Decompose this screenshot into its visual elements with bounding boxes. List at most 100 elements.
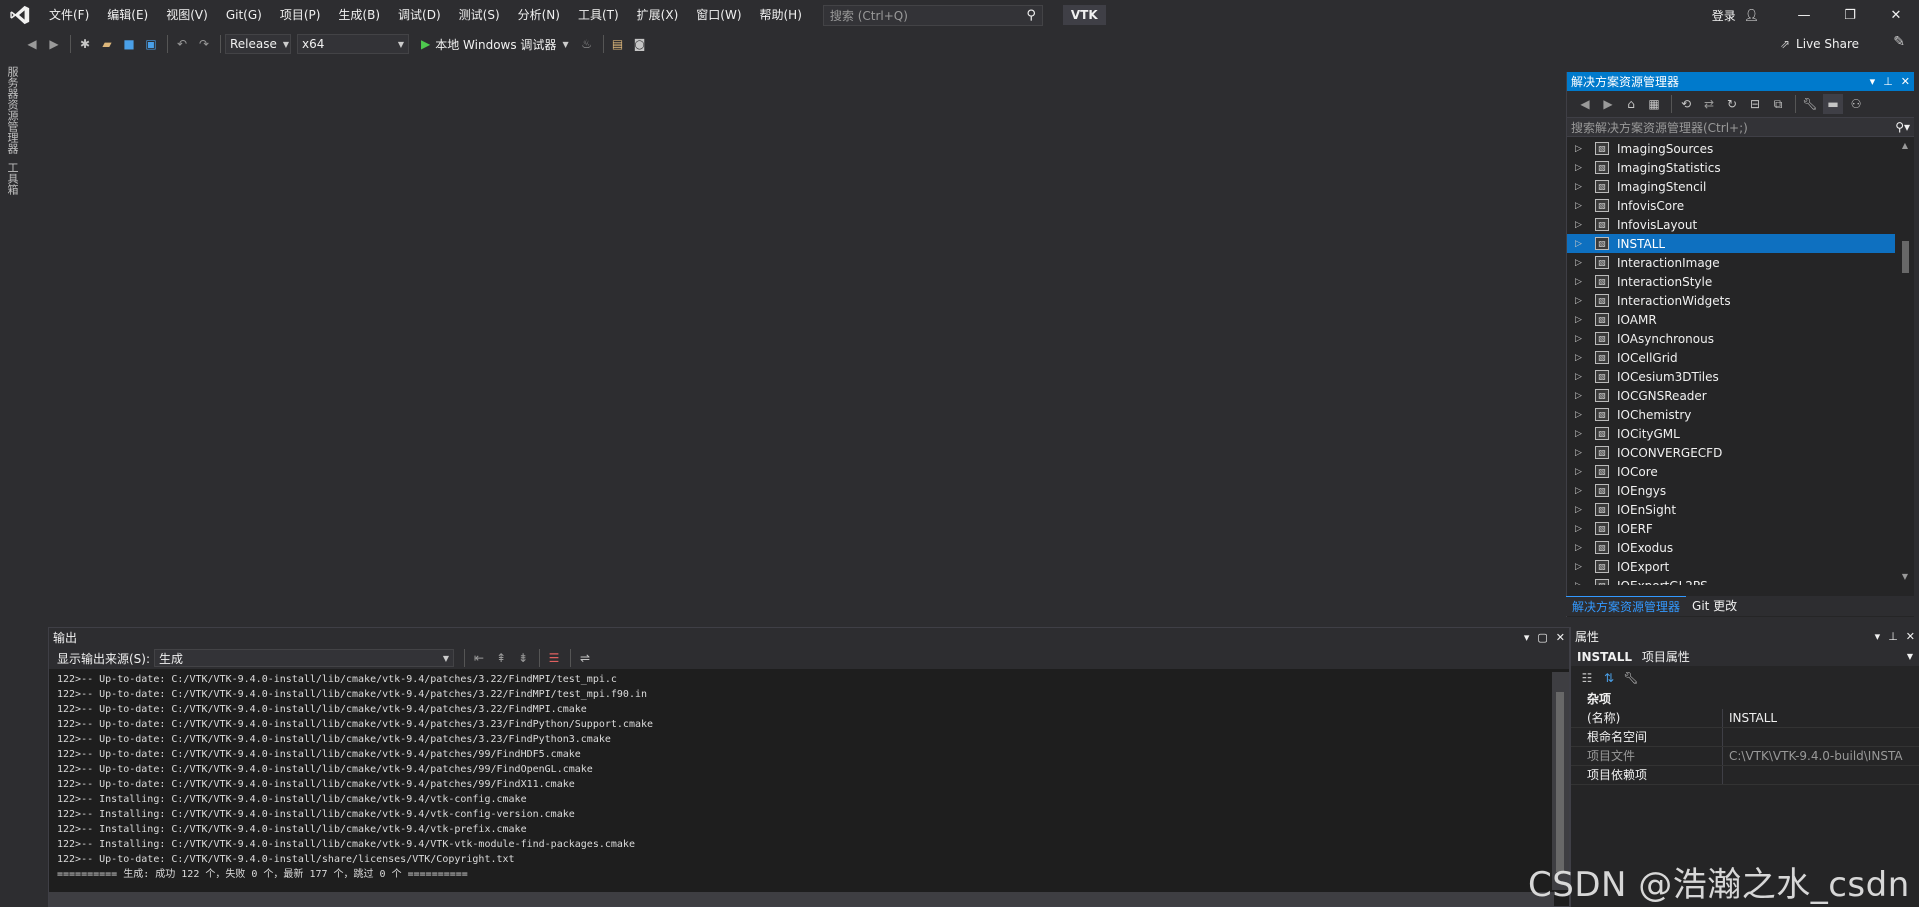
property-value[interactable]: INSTALL [1723,709,1919,727]
pending-changes-filter-icon[interactable]: ⟲ [1676,94,1696,114]
scroll-down-icon[interactable]: ▼ [1900,572,1910,581]
sync-icon[interactable]: ⇄ [1699,94,1719,114]
expand-chevron-icon[interactable]: ▷ [1575,353,1589,363]
expand-chevron-icon[interactable]: ▷ [1575,296,1589,306]
property-value[interactable] [1723,766,1919,784]
forward-icon[interactable]: ▶ [1598,94,1618,114]
browse-folder-icon[interactable]: ▤ [608,34,628,54]
tree-item[interactable]: ▷ ▧ IOExodus [1567,538,1895,557]
expand-chevron-icon[interactable]: ▷ [1575,201,1589,211]
expand-chevron-icon[interactable]: ▷ [1575,182,1589,192]
close-icon[interactable]: ✕ [1556,631,1565,644]
go-to-previous-icon[interactable]: ⇞ [491,648,511,668]
expand-chevron-icon[interactable]: ▷ [1575,372,1589,382]
tab-server-explorer[interactable]: 服务器资源管理器 [4,62,20,158]
menu-item[interactable]: 编辑(E) [98,0,157,30]
expand-chevron-icon[interactable]: ▷ [1575,334,1589,344]
menu-item[interactable]: 分析(N) [509,0,569,30]
categorized-icon[interactable]: ☷ [1577,668,1597,688]
maximize-button[interactable]: ❐ [1827,0,1873,30]
dropdown-icon[interactable]: ▾ [1524,631,1530,644]
menu-item[interactable]: 工具(T) [569,0,628,30]
tree-item[interactable]: ▷ ▧ IOExport [1567,557,1895,576]
tree-item[interactable]: ▷ ▧ ImagingSources [1567,139,1895,158]
tree-item[interactable]: ▷ ▧ InteractionStyle [1567,272,1895,291]
tree-item[interactable]: ▷ ▧ IOExportGL2PS [1567,576,1895,585]
undo-icon[interactable]: ↶ [172,34,192,54]
alphabetical-icon[interactable]: ⇅ [1599,668,1619,688]
tree-item[interactable]: ▷ ▧ IOERF [1567,519,1895,538]
expand-chevron-icon[interactable]: ▷ [1575,524,1589,534]
refresh-icon[interactable]: ↻ [1722,94,1742,114]
tree-item[interactable]: ▷ ▧ ImagingStatistics [1567,158,1895,177]
menu-item[interactable]: Git(G) [217,0,271,30]
properties-object-select[interactable]: INSTALL 项目属性 ▼ [1571,646,1919,666]
solution-explorer-search[interactable]: 搜索解决方案资源管理器(Ctrl+;) ⚲▾ [1567,117,1914,137]
expand-chevron-icon[interactable]: ▷ [1575,486,1589,496]
screenshot-icon[interactable]: ◙ [630,34,650,54]
dropdown-icon[interactable]: ▾ [1875,630,1881,643]
output-source-select[interactable]: 生成 ▼ [154,649,455,667]
menu-item[interactable]: 视图(V) [157,0,217,30]
tab-toolbox[interactable]: 工具箱 [4,158,20,199]
menu-item[interactable]: 项目(P) [271,0,330,30]
expand-chevron-icon[interactable]: ▷ [1575,277,1589,287]
maximize-icon[interactable]: ▢ [1537,631,1547,644]
show-all-files-icon[interactable]: ⧉ [1768,94,1788,114]
collapse-all-icon[interactable]: ⊟ [1745,94,1765,114]
scroll-up-icon[interactable]: ▲ [1900,141,1910,150]
tree-item[interactable]: ▷ ▧ InteractionWidgets [1567,291,1895,310]
property-value[interactable]: C:\VTK\VTK-9.4.0-build\INSTA [1723,747,1919,765]
start-debugging-button[interactable]: ▶ 本地 Windows 调试器 ▼ [421,36,569,53]
output-text[interactable]: 122>-- Up-to-date: C:/VTK/VTK-9.4.0-inst… [57,672,1547,890]
tree-item[interactable]: ▷ ▧ IOCGNSReader [1567,386,1895,405]
tab-solution-explorer[interactable]: 解决方案资源管理器 [1566,596,1687,616]
menu-item[interactable]: 调试(D) [389,0,450,30]
expand-chevron-icon[interactable]: ▷ [1575,581,1589,586]
tree-item[interactable]: ▷ ▧ IOChemistry [1567,405,1895,424]
scroll-thumb[interactable] [1556,692,1564,872]
scroll-thumb[interactable] [1902,241,1909,273]
solution-tree-scrollbar[interactable]: ▲ ▼ [1900,141,1910,581]
tree-item[interactable]: ▷ ▧ ImagingStencil [1567,177,1895,196]
expand-chevron-icon[interactable]: ▷ [1575,239,1589,249]
expand-chevron-icon[interactable]: ▷ [1575,429,1589,439]
menu-item[interactable]: 生成(B) [329,0,389,30]
expand-chevron-icon[interactable]: ▷ [1575,410,1589,420]
expand-chevron-icon[interactable]: ▷ [1575,315,1589,325]
tab-git-changes[interactable]: Git 更改 [1686,596,1743,616]
tree-item[interactable]: ▷ ▧ IOAsynchronous [1567,329,1895,348]
property-value[interactable] [1723,728,1919,746]
new-project-icon[interactable]: ✱ [75,34,95,54]
tree-item[interactable]: ▷ ▧ IOCesium3DTiles [1567,367,1895,386]
property-pages-wrench-icon[interactable]: 🔧︎ [1621,668,1641,688]
save-all-icon[interactable]: ▣ [141,34,161,54]
menu-item[interactable]: 帮助(H) [751,0,811,30]
search-input[interactable]: 搜索 (Ctrl+Q) ⚲ [822,4,1043,26]
tree-item[interactable]: ▷ ▧ IOEnSight [1567,500,1895,519]
tree-item[interactable]: ▷ ▧ INSTALL [1567,234,1895,253]
menu-item[interactable]: 文件(F) [40,0,98,30]
property-row[interactable]: (名称) INSTALL [1571,709,1919,728]
property-row[interactable]: 根命名空间 [1571,728,1919,747]
tree-item[interactable]: ▷ ▧ InfovisLayout [1567,215,1895,234]
signin-link[interactable]: 登录 [1712,7,1736,24]
output-horizontal-scrollbar[interactable] [49,892,1554,906]
expand-chevron-icon[interactable]: ▷ [1575,391,1589,401]
feedback-icon[interactable]: ✎ [1893,34,1905,50]
clear-all-icon[interactable]: ☰ [544,648,564,668]
menu-item[interactable]: 窗口(W) [687,0,750,30]
menu-item[interactable]: 扩展(X) [628,0,688,30]
word-wrap-icon[interactable]: ⇌ [575,648,595,668]
preview-selected-icon[interactable]: ▬ [1823,94,1843,114]
live-share-button[interactable]: ⇗ Live Share [1780,30,1859,58]
expand-chevron-icon[interactable]: ▷ [1575,144,1589,154]
back-icon[interactable]: ◀ [22,34,42,54]
minimize-button[interactable]: — [1781,0,1827,30]
class-view-icon[interactable]: ⚇ [1846,94,1866,114]
tree-item[interactable]: ▷ ▧ IOCellGrid [1567,348,1895,367]
back-icon[interactable]: ◀ [1575,94,1595,114]
expand-chevron-icon[interactable]: ▷ [1575,543,1589,553]
platform-select[interactable]: x64 ▼ [297,34,409,54]
close-icon[interactable]: ✕ [1906,630,1915,643]
